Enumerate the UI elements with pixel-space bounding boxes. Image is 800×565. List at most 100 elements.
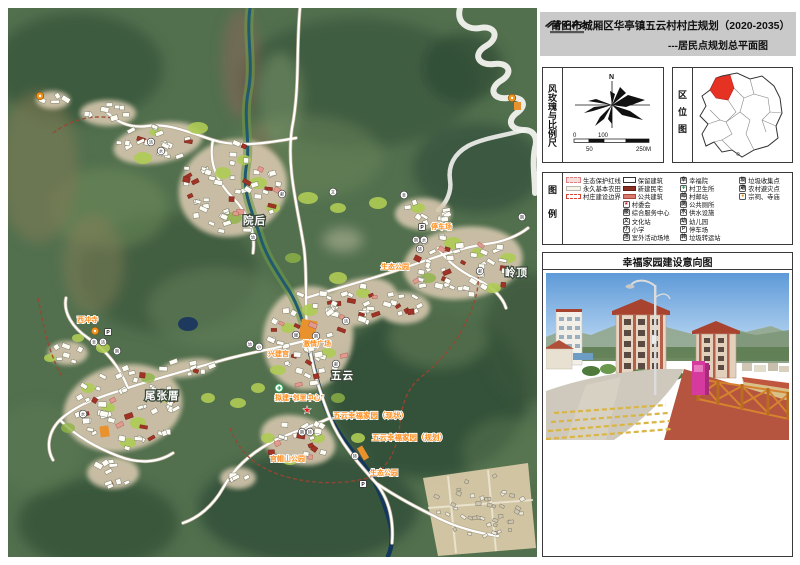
building (309, 380, 318, 386)
map-label: 停车场 (431, 222, 452, 231)
building (508, 520, 514, 524)
building (139, 372, 145, 378)
building (319, 291, 327, 297)
facility-icon: 水 (157, 147, 165, 155)
building (441, 217, 449, 222)
facility-icon: 邮 (332, 360, 340, 368)
building (134, 437, 142, 441)
legend-symbol-icon: 活 (623, 234, 630, 241)
legend-column: 圾垃圾收集点避农村避灾点●宗祠、寺庙 (739, 176, 790, 242)
svg-text:邮: 邮 (334, 361, 338, 368)
planning-map: 活水邮文幸厕幼P厕水转邮P幸活厕水服厕幼小邮活✚★厕转转P 院后岭顶五云尾张厝西… (8, 8, 537, 557)
building (51, 100, 60, 103)
legend-box-label: 图例 (546, 185, 559, 233)
building (159, 366, 168, 371)
svg-text:邮: 邮 (478, 268, 482, 275)
building (468, 292, 474, 297)
building (455, 243, 464, 249)
legend-symbol-icon: ✚ (680, 185, 687, 192)
building (470, 494, 475, 498)
building (235, 189, 241, 194)
legend-symbol-icon: 文 (623, 218, 630, 225)
building (204, 169, 211, 175)
building (282, 308, 289, 314)
facility-icon: 幼 (246, 340, 254, 348)
building (457, 488, 461, 491)
facility-icon: 邮 (476, 267, 484, 275)
facility-icon: 服 (292, 331, 300, 339)
building (488, 497, 491, 501)
legend-item: 活室外活动场地 (623, 233, 678, 241)
planning-sheet: 活水邮文幸厕幼P厕水转邮P幸活厕水服厕幼小邮活✚★厕转转P 院后岭顶五云尾张厝西… (0, 0, 800, 565)
legend-swatch (566, 194, 581, 200)
building (200, 369, 205, 374)
building (502, 490, 507, 493)
building (367, 306, 375, 310)
north-label: N (609, 74, 614, 81)
building (439, 235, 446, 240)
building (480, 496, 485, 501)
svg-text:✚: ✚ (277, 385, 282, 392)
building (106, 103, 112, 107)
building (254, 194, 262, 199)
legend-swatch (623, 194, 636, 200)
svg-text:转: 转 (418, 246, 422, 253)
building (56, 357, 62, 360)
sheet-title: 莆田市城厢区华亭镇五云村村庄规划（2020-2035） (551, 18, 790, 33)
legend-symbol-icon: 幸 (680, 177, 687, 184)
legend-symbol-icon: ● (739, 193, 746, 200)
svg-text:活: 活 (101, 339, 105, 346)
building (493, 524, 497, 527)
building (372, 295, 377, 299)
clinic-icon: ✚ (275, 384, 283, 392)
building (124, 140, 130, 146)
svg-text:50: 50 (586, 147, 593, 153)
building-center (612, 299, 670, 373)
svg-text:幼: 幼 (251, 234, 255, 241)
building (84, 111, 90, 116)
legend-swatch (566, 177, 581, 183)
village-distant (742, 363, 789, 372)
legend-symbol-icon: 圾 (739, 177, 746, 184)
building (360, 283, 367, 289)
svg-text:250M: 250M (636, 147, 651, 153)
legend-swatch (623, 177, 636, 183)
legend-symbol-icon: ★ (623, 201, 630, 208)
facility-icon: 转 (306, 428, 314, 436)
building (294, 352, 301, 357)
legend-item-label: 村庄建设边界 (583, 192, 621, 201)
legend-symbol-icon: 厕 (680, 201, 687, 208)
title-block: 莆田市城厢区华亭镇五云村村庄规划（2020-2035） ---居民点规划总平面图 (540, 12, 796, 56)
sheet-subtitle: ---居民点规划总平面图 (668, 37, 768, 52)
building (508, 528, 511, 531)
facility-icon: 厕 (412, 236, 420, 244)
map-label: 生态公园 (370, 468, 398, 477)
legend-symbol-icon: P (680, 226, 687, 233)
facility-icon: 活 (99, 338, 107, 346)
legend-swatch (566, 186, 581, 192)
building (271, 328, 277, 331)
building (476, 501, 482, 505)
building (203, 198, 209, 201)
building (98, 401, 107, 407)
building (229, 160, 235, 165)
map-label: 拟建“邻里中心” (275, 393, 324, 402)
pond (178, 317, 198, 331)
building (243, 228, 251, 232)
building (509, 494, 514, 498)
building (467, 532, 472, 535)
map-label: 兴建宫 (268, 349, 289, 358)
legend-box-label-cell: 图例 (543, 173, 563, 244)
building (398, 294, 404, 298)
windrose-graphic: N 0 100 (562, 68, 663, 162)
legend-symbol-icon: 服 (623, 209, 630, 216)
legend-item: 转垃圾转运站 (680, 233, 737, 241)
scale-bar: 0 100 50 250M (573, 133, 651, 153)
photo-caption: 幸福家园建设意向图 (543, 253, 792, 270)
building (498, 514, 503, 518)
parking-icon: P (105, 329, 112, 336)
building (243, 158, 248, 163)
svg-text:转: 转 (308, 429, 312, 436)
location-box: 区位图 (672, 67, 793, 163)
building (314, 428, 322, 434)
